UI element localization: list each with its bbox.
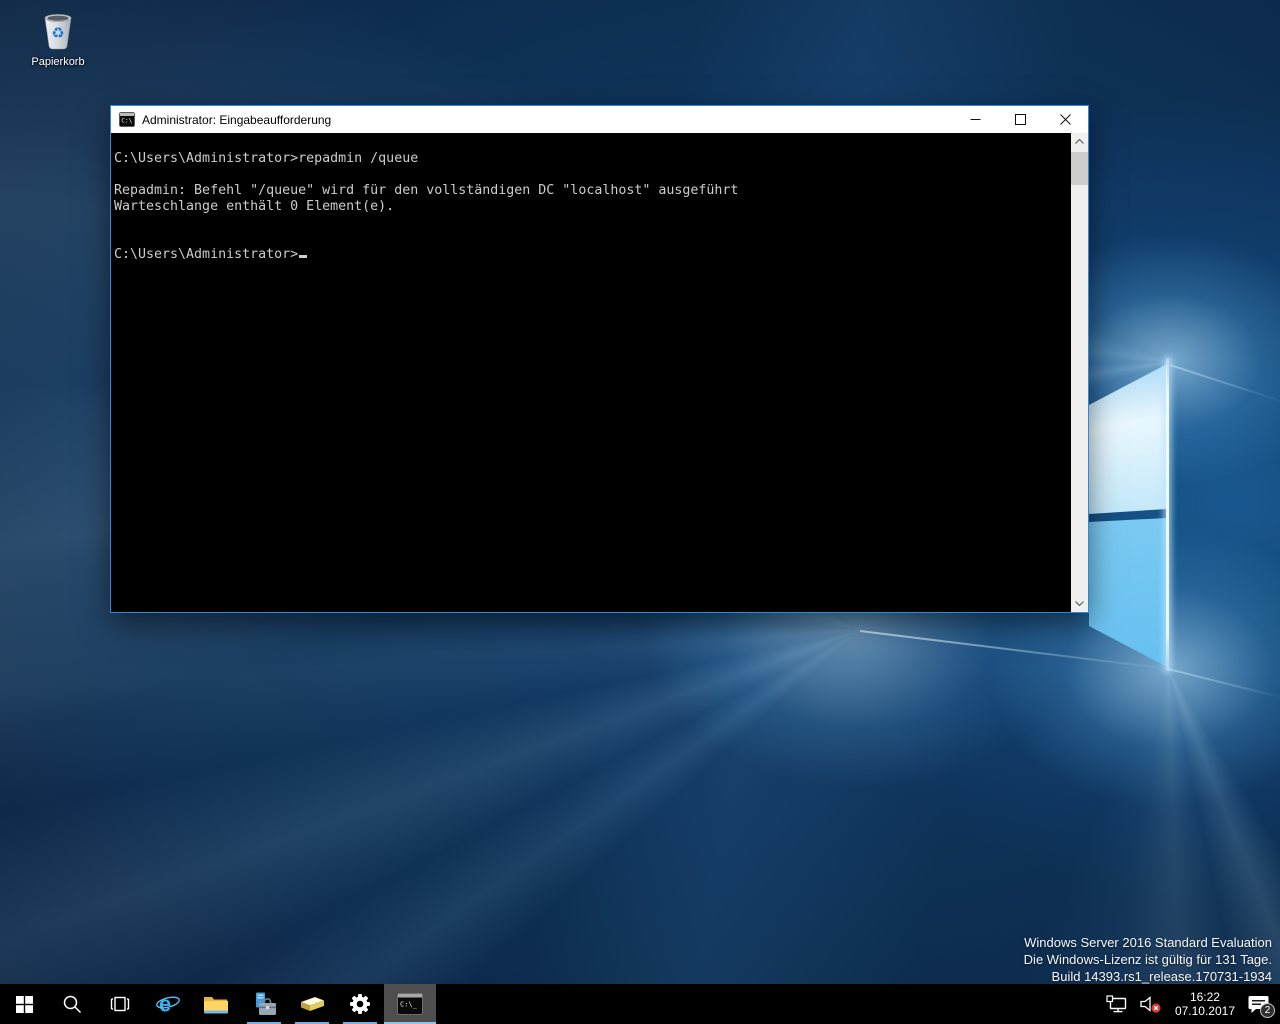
scroll-down-button[interactable] <box>1071 595 1088 612</box>
recycle-bin-shortcut[interactable]: ♻ Papierkorb <box>16 6 100 68</box>
close-icon <box>1060 114 1071 125</box>
console-prompt: C:\Users\Administrator> <box>114 247 298 262</box>
watermark-line-1: Windows Server 2016 Standard Evaluation <box>1024 934 1272 951</box>
gear-icon <box>348 992 372 1016</box>
cmd-icon: C:\_ <box>397 993 423 1015</box>
svg-text:♻: ♻ <box>51 24 64 42</box>
tray-clock[interactable]: 16:22 07.10.2017 <box>1168 990 1242 1018</box>
internet-explorer-button[interactable]: e <box>144 984 192 1024</box>
console-line: Warteschlange enthält 0 Element(e). <box>114 199 1088 215</box>
taskbar-empty-area <box>436 984 1101 1024</box>
desktop-surface[interactable]: ♻ Papierkorb Windows Server 2016 Standar… <box>0 0 1280 984</box>
maximize-button[interactable] <box>998 106 1043 133</box>
cmd-window: C:\ Administrator: Eingabeaufforderung C… <box>110 105 1089 613</box>
svg-text:C:\_: C:\_ <box>400 1001 418 1009</box>
search-button[interactable] <box>48 984 96 1024</box>
chevron-up-icon <box>1075 139 1084 144</box>
settings-button[interactable] <box>336 984 384 1024</box>
windows-start-icon <box>16 996 33 1013</box>
console-line: Repadmin: Befehl "/queue" wird für den v… <box>114 183 1088 199</box>
search-icon <box>62 994 82 1014</box>
svg-text:e: e <box>159 992 171 1017</box>
cmd-taskbar-button[interactable]: C:\_ <box>384 984 436 1024</box>
windows-logo-edge-glow <box>1166 358 1169 671</box>
console-line <box>114 215 1088 231</box>
maximize-icon <box>1015 114 1026 125</box>
console-line <box>114 167 1088 183</box>
network-icon <box>1106 995 1129 1014</box>
chevron-down-icon <box>1075 601 1084 606</box>
file-explorer-icon <box>203 993 229 1015</box>
recycle-bin-label: Papierkorb <box>16 56 100 68</box>
text-cursor <box>299 255 307 258</box>
license-watermark: Windows Server 2016 Standard Evaluation … <box>1024 934 1272 984</box>
start-button[interactable] <box>0 984 48 1024</box>
scrollbar-thumb[interactable] <box>1071 152 1088 185</box>
notification-count-badge: 2 <box>1260 1003 1275 1018</box>
taskbar: e <box>0 984 1280 1024</box>
volume-muted-icon <box>1139 995 1163 1014</box>
cmd-window-icon: C:\ <box>119 112 135 127</box>
console-output[interactable]: C:\Users\Administrator>repadmin /queue R… <box>111 133 1088 612</box>
minimize-icon <box>970 114 981 125</box>
network-tray-button[interactable] <box>1101 984 1134 1024</box>
action-center-button[interactable]: 2 <box>1242 984 1276 1024</box>
screen: ♻ Papierkorb Windows Server 2016 Standar… <box>0 0 1280 1024</box>
internet-explorer-icon: e <box>155 991 181 1017</box>
recycle-bin-icon: ♻ <box>34 6 82 54</box>
minimize-button[interactable] <box>953 106 998 133</box>
window-title: Administrator: Eingabeaufforderung <box>142 113 953 127</box>
console-prompt-line: C:\Users\Administrator> <box>114 247 1088 263</box>
volume-tray-button[interactable] <box>1134 984 1168 1024</box>
console-line: C:\Users\Administrator>repadmin /queue <box>114 151 1088 167</box>
console-line <box>114 231 1088 247</box>
console-scrollbar[interactable] <box>1071 133 1088 612</box>
svg-text:C:\: C:\ <box>121 118 132 125</box>
system-tray: 16:22 07.10.2017 2 <box>1101 984 1280 1024</box>
task-view-icon <box>109 995 131 1013</box>
tray-time: 16:22 <box>1175 990 1235 1004</box>
window-titlebar[interactable]: C:\ Administrator: Eingabeaufforderung <box>111 106 1088 133</box>
file-explorer-button[interactable] <box>192 984 240 1024</box>
scroll-up-button[interactable] <box>1071 133 1088 150</box>
book-app-icon <box>298 994 326 1014</box>
task-view-button[interactable] <box>96 984 144 1024</box>
watermark-line-2: Die Windows-Lizenz ist gültig für 131 Ta… <box>1024 951 1272 968</box>
watermark-line-3: Build 14393.rs1_release.170731-1934 <box>1024 968 1272 984</box>
server-manager-button[interactable] <box>240 984 288 1024</box>
tray-date: 07.10.2017 <box>1175 1004 1235 1018</box>
book-app-button[interactable] <box>288 984 336 1024</box>
server-manager-icon <box>251 991 278 1017</box>
close-button[interactable] <box>1043 106 1088 133</box>
